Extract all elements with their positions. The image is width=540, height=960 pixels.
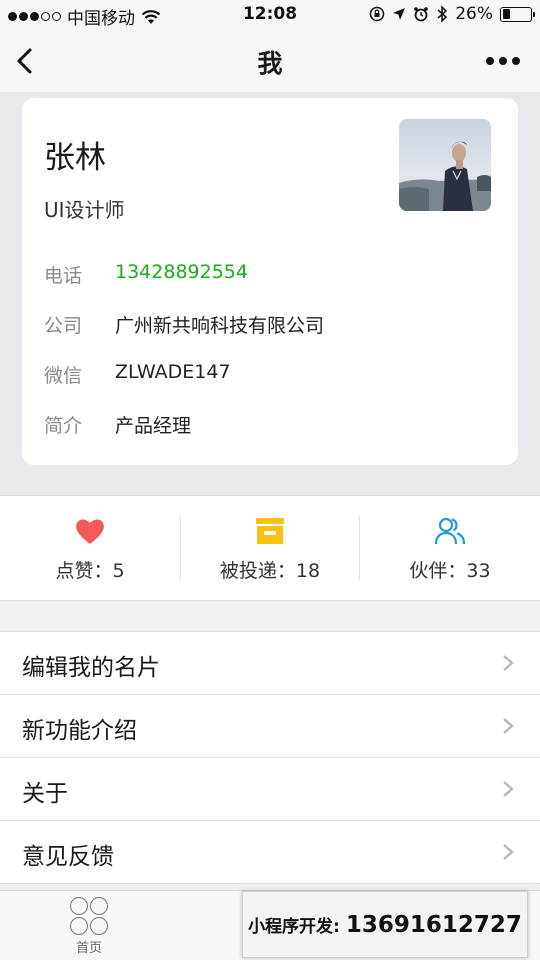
- phone-number-link[interactable]: 13428892554: [115, 261, 248, 288]
- wechat-value: ZLWADE147: [115, 361, 231, 383]
- promo-banner: 小程序开发: 13691612727: [242, 891, 528, 958]
- business-card: 张林 UI设计师 电话 13428892554 公司 广州新共响科技有限公司 微…: [22, 98, 518, 465]
- bio-value: 产品经理: [115, 415, 192, 437]
- menu-item-label: 关于: [22, 781, 68, 807]
- stat-delivered[interactable]: 被投递：18: [180, 496, 360, 600]
- chevron-right-icon: [503, 844, 514, 860]
- avatar[interactable]: [399, 119, 491, 211]
- alarm-icon: [414, 7, 429, 22]
- chevron-right-icon: [503, 781, 514, 797]
- settings-menu: 编辑我的名片 新功能介绍 关于 意见反馈: [0, 631, 540, 884]
- delivered-count: 被投递：18: [219, 560, 321, 582]
- company-label: 公司: [44, 315, 83, 337]
- company-value: 广州新共响科技有限公司: [115, 315, 325, 337]
- menu-item-label: 意见反馈: [22, 844, 114, 870]
- tab-home-label: 首页: [75, 941, 102, 956]
- bio-label: 简介: [44, 415, 83, 437]
- profile-title: UI设计师: [44, 198, 125, 222]
- likes-count: 点赞：5: [55, 560, 125, 582]
- rotation-lock-icon: [369, 6, 385, 22]
- battery-level: [502, 9, 510, 19]
- chevron-right-icon: [503, 655, 514, 671]
- nav-bar: 我: [0, 30, 540, 92]
- info-row-phone: 电话 13428892554: [44, 261, 248, 288]
- status-bar: 中国移动 12:08 26%: [0, 0, 540, 30]
- partners-count: 伙伴：33: [409, 560, 491, 582]
- location-icon: [393, 8, 406, 20]
- promo-phone: 13691612727: [345, 911, 522, 938]
- status-right: 26%: [369, 4, 535, 24]
- info-row-company: 公司 广州新共响科技有限公司: [44, 311, 324, 338]
- tab-home[interactable]: 首页: [59, 897, 119, 956]
- info-row-bio: 简介 产品经理: [44, 411, 191, 438]
- menu-item-label: 新功能介绍: [22, 718, 137, 744]
- chevron-right-icon: [503, 718, 514, 734]
- menu-item-feedback[interactable]: 意见反馈: [0, 821, 540, 884]
- more-options-icon[interactable]: [486, 57, 520, 65]
- stat-partners[interactable]: 伙伴：33: [360, 496, 540, 600]
- people-icon: [434, 517, 466, 545]
- menu-item-label: 编辑我的名片: [22, 655, 160, 681]
- profile-card-section: 张林 UI设计师 电话 13428892554 公司 广州新共响科技有限公司 微…: [0, 92, 540, 495]
- phone-label: 电话: [44, 265, 83, 287]
- promo-label: 小程序开发:: [248, 917, 340, 937]
- menu-item-edit-card[interactable]: 编辑我的名片: [0, 632, 540, 695]
- menu-item-new-features[interactable]: 新功能介绍: [0, 695, 540, 758]
- home-grid-icon: [70, 897, 108, 935]
- bluetooth-icon: [437, 5, 448, 23]
- profile-name: 张林: [44, 140, 106, 176]
- battery-percent: 26%: [455, 4, 493, 24]
- stats-bar: 点赞：5 被投递：18 伙伴：33: [0, 495, 540, 601]
- wechat-label: 微信: [44, 365, 83, 387]
- stat-likes[interactable]: 点赞：5: [0, 496, 180, 600]
- info-row-wechat: 微信 ZLWADE147: [44, 361, 231, 388]
- menu-item-about[interactable]: 关于: [0, 758, 540, 821]
- heart-icon: [76, 519, 104, 544]
- battery-icon: [500, 6, 535, 22]
- page-title: 我: [257, 49, 283, 78]
- box-icon: [256, 518, 284, 544]
